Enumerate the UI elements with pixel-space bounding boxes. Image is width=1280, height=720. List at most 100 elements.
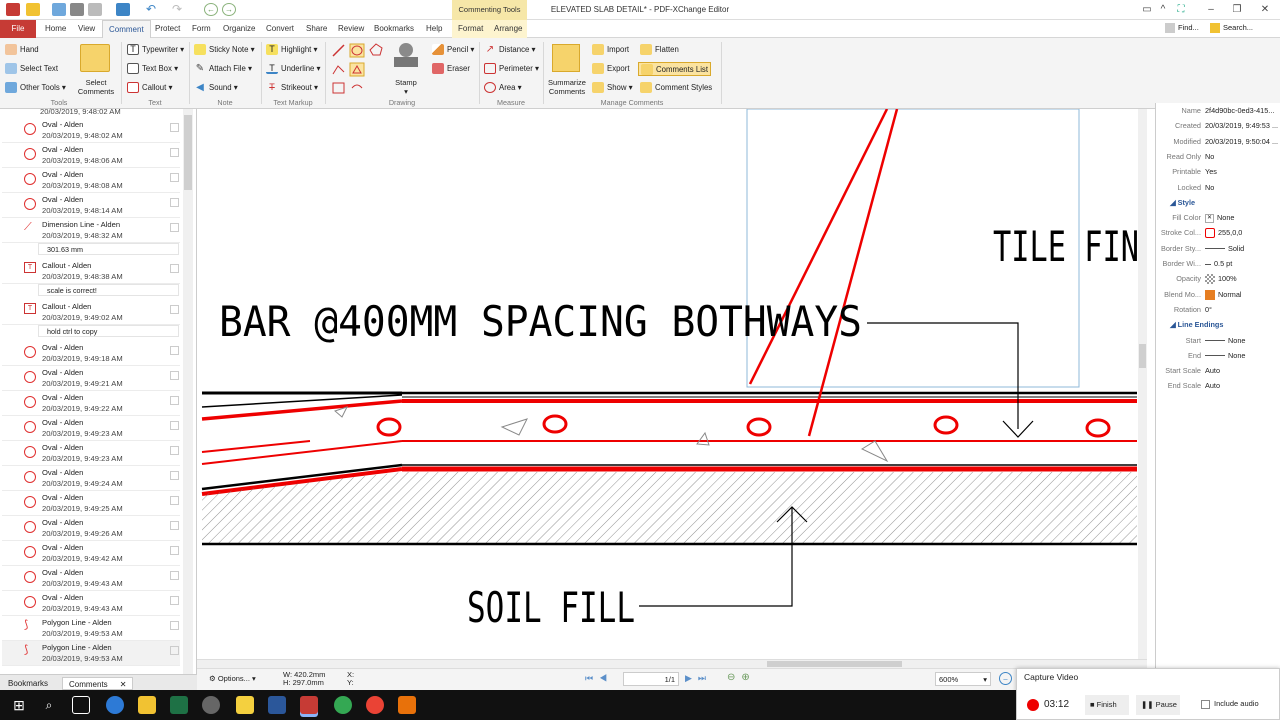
comment-checkbox[interactable] [170,173,179,182]
tab-arrange[interactable]: Arrange [488,20,527,38]
property-row[interactable]: Modified 20/03/2019, 9:50:04 ... [1156,134,1280,149]
hand-tool[interactable]: Hand [5,43,39,57]
comment-checkbox[interactable] [170,198,179,207]
file-explorer-icon[interactable] [138,696,156,714]
first-prev-page-buttons[interactable]: ⏮◀ [585,673,613,684]
windows-start-icon[interactable]: ⊞ [10,696,28,714]
comment-checkbox[interactable] [170,346,179,355]
property-row[interactable]: Read Only No [1156,149,1280,164]
horizontal-scrollbar[interactable] [197,659,1147,668]
zoom-out-button[interactable]: – [999,672,1012,685]
comment-checkbox[interactable] [170,546,179,555]
stamp-button[interactable]: Stamp ▾ [390,78,422,96]
summarize-comments-button[interactable]: Summarize Comments [546,78,588,96]
vertical-scrollbar[interactable] [1138,109,1147,659]
tab-form[interactable]: Form [186,20,217,38]
tab-comment[interactable]: Comment [102,20,151,38]
property-row[interactable]: End None [1156,348,1280,363]
tab-convert[interactable]: Convert [260,20,300,38]
comment-item[interactable]: Oval - Alden 20/03/2019, 9:49:23 AM [2,441,180,466]
recorder-icon[interactable] [398,696,416,714]
attach-file-tool[interactable]: ✎ Attach File ▾ [194,62,252,76]
text-box-tool[interactable]: Text Box ▾ [127,62,178,76]
property-row[interactable]: Printable Yes [1156,164,1280,179]
comment-checkbox[interactable] [170,571,179,580]
property-row[interactable]: Border Wi... 0.5 pt [1156,256,1280,271]
comment-item[interactable]: Oval - Alden 20/03/2019, 9:48:02 AM [2,118,180,143]
collapse-icon[interactable]: ^ [1156,3,1170,16]
close-icon[interactable]: ✕ [120,680,127,689]
typewriter-tool[interactable]: T Typewriter ▾ [127,43,184,57]
comment-item[interactable]: ⟋ Dimension Line - Alden 20/03/2019, 9:48:… [2,218,180,243]
tab-home[interactable]: Home [39,20,72,38]
comment-item[interactable]: Oval - Alden 20/03/2019, 9:49:43 AM [2,591,180,616]
import-button[interactable]: Import [592,43,629,57]
select-comments-button[interactable]: Select Comments [72,78,120,96]
next-last-page-buttons[interactable]: ▶⏭ [685,673,712,684]
comments-scrollbar[interactable] [183,109,193,674]
pencil-tool[interactable]: Pencil ▾ [432,43,474,57]
distance-tool[interactable]: ↗ Distance ▾ [484,43,536,57]
property-row[interactable]: Stroke Col... 255,0,0 [1156,225,1280,240]
property-row[interactable]: Rotation 0° [1156,302,1280,317]
comment-item[interactable]: Oval - Alden 20/03/2019, 9:49:25 AM [2,491,180,516]
property-row[interactable]: End Scale Auto [1156,378,1280,393]
comment-item[interactable]: Oval - Alden 20/03/2019, 9:49:23 AM [2,416,180,441]
perimeter-tool[interactable]: Perimeter ▾ [484,62,539,76]
word-icon[interactable] [268,696,286,714]
comment-checkbox[interactable] [170,371,179,380]
area-tool[interactable]: Area ▾ [484,81,522,95]
chrome-icon[interactable] [334,696,352,714]
include-audio-checkbox[interactable]: Include audio [1201,699,1259,709]
comments-list-button[interactable]: Comments List [638,62,711,76]
comment-checkbox[interactable] [170,223,179,232]
comment-item[interactable]: T Callout - Alden 20/03/2019, 9:48:38 AM [2,259,180,284]
task-view-icon[interactable] [72,696,90,714]
comment-item[interactable]: Oval - Alden 20/03/2019, 9:49:42 AM [2,541,180,566]
underline-tool[interactable]: T Underline ▾ [266,62,320,76]
comment-checkbox[interactable] [170,264,179,273]
comment-checkbox[interactable] [170,646,179,655]
sticky-note-tool[interactable]: Sticky Note ▾ [194,43,255,57]
comment-checkbox[interactable] [170,521,179,530]
sound-tool[interactable]: ◀ Sound ▾ [194,81,238,95]
comment-checkbox[interactable] [170,596,179,605]
scrollbar-thumb[interactable] [184,115,192,190]
comment-item[interactable]: Oval - Alden 20/03/2019, 9:49:22 AM [2,391,180,416]
export-button[interactable]: Export [592,62,630,76]
property-row[interactable]: Blend Mo... Normal [1156,287,1280,302]
scrollbar-thumb[interactable] [1139,344,1146,368]
properties-section[interactable]: ◢ Line Endings [1156,317,1280,332]
comment-item[interactable]: ⟆ Polygon Line - Alden 20/03/2019, 9:49:53… [2,616,180,641]
comment-item[interactable]: T Callout - Alden 20/03/2019, 9:49:02 AM [2,300,180,325]
flatten-button[interactable]: Flatten [640,43,679,57]
chrome-icon-2[interactable] [366,696,384,714]
tab-organize[interactable]: Organize [217,20,261,38]
comment-checkbox[interactable] [170,148,179,157]
tab-protect[interactable]: Protect [149,20,186,38]
restore-button[interactable]: ❐ [1230,3,1244,16]
tab-share[interactable]: Share [300,20,333,38]
comment-item[interactable]: Oval - Alden 20/03/2019, 9:48:08 AM [2,168,180,193]
comment-checkbox[interactable] [170,421,179,430]
tab-view[interactable]: View [72,20,101,38]
strikeout-tool[interactable]: T Strikeout ▾ [266,81,318,95]
tab-bookmarks[interactable]: Bookmarks [368,20,420,38]
finish-button[interactable]: ■ Finish [1085,695,1129,715]
scrollbar-thumb[interactable] [767,661,902,667]
view-history-buttons[interactable]: ⊖⊕ [727,672,756,683]
comment-checkbox[interactable] [170,471,179,480]
comment-checkbox[interactable] [170,396,179,405]
comment-checkbox[interactable] [170,305,179,314]
property-row[interactable]: Opacity 100% [1156,271,1280,286]
fullscreen-icon[interactable]: ⛶ [1174,3,1188,16]
comment-item[interactable]: Oval - Alden 20/03/2019, 9:49:18 AM [2,341,180,366]
document-canvas[interactable]: BAR @400MM SPACING BOTHWAYS SOIL FILL TI… [197,109,1139,659]
callout-tool[interactable]: Callout ▾ [127,81,172,95]
highlight-tool[interactable]: T Highlight ▾ [266,43,317,57]
edge-icon[interactable] [106,696,124,714]
comment-checkbox[interactable] [170,621,179,630]
select-text-tool[interactable]: Select Text [5,62,58,76]
comment-item[interactable]: ⟆ Polygon Line - Alden 20/03/2019, 9:49:53… [2,641,180,666]
tab-review[interactable]: Review [332,20,370,38]
